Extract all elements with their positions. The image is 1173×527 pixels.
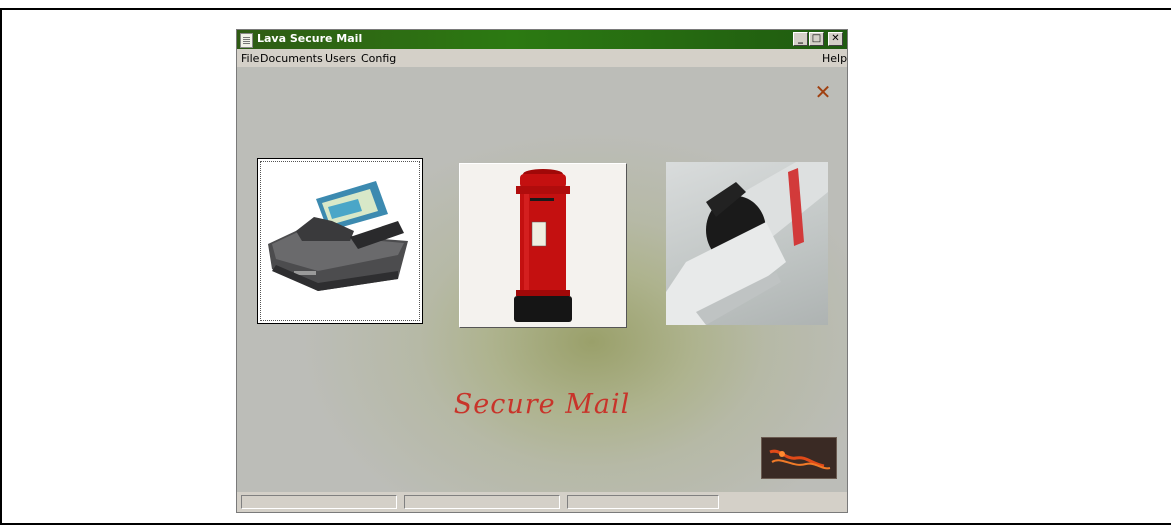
secure-mail-title: Secure Mail: [453, 389, 631, 420]
lava-logo-icon: [761, 437, 837, 479]
menu-bar: File Documents Users Config Help: [237, 49, 847, 67]
status-pane-2: [404, 495, 560, 509]
status-bar: [237, 492, 847, 512]
menu-documents[interactable]: Documents: [260, 52, 323, 65]
menu-users[interactable]: Users: [325, 52, 356, 65]
close-panel-icon[interactable]: ✕: [813, 82, 833, 102]
postbox-icon: [514, 169, 572, 322]
menu-config[interactable]: Config: [361, 52, 396, 65]
title-bar[interactable]: Lava Secure Mail _ □ ✕: [237, 30, 847, 49]
main-panel: ✕ Secure Mail: [237, 67, 847, 492]
maximize-button[interactable]: □: [809, 32, 824, 46]
close-window-button[interactable]: ✕: [828, 32, 843, 46]
menu-file[interactable]: File: [241, 52, 259, 65]
minimize-button[interactable]: _: [793, 32, 808, 46]
status-pane-1: [241, 495, 397, 509]
scanner-icon: [268, 181, 408, 291]
window-title: Lava Secure Mail: [257, 32, 363, 45]
menu-help[interactable]: Help: [822, 52, 847, 65]
postbox-tile[interactable]: [459, 163, 627, 328]
mailbox-tile[interactable]: [666, 162, 828, 325]
app-window: Lava Secure Mail _ □ ✕ File Documents Us…: [236, 29, 848, 513]
app-document-icon: [240, 33, 253, 48]
status-pane-3: [567, 495, 719, 509]
mailbox-icon: [666, 162, 828, 325]
scanner-tile[interactable]: [257, 158, 423, 324]
